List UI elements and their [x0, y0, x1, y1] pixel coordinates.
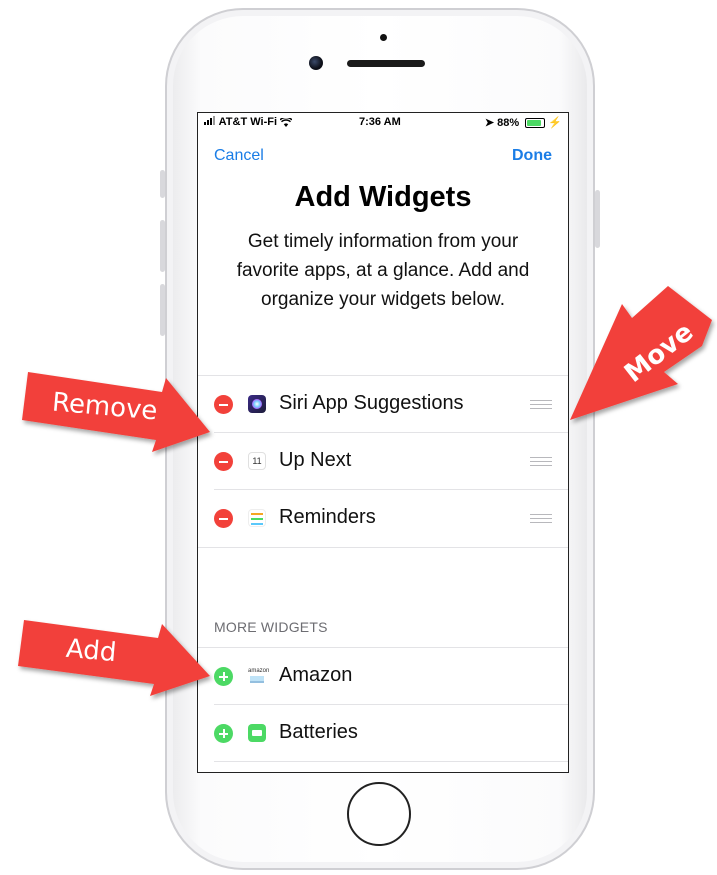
cancel-button[interactable]: Cancel — [214, 147, 264, 165]
carrier-label: AT&T Wi-Fi — [218, 116, 278, 128]
status-bar: AT&T Wi-Fi 7:36 AM ➤ 88% ⚡ — [198, 113, 568, 131]
reorder-handle-icon[interactable] — [530, 457, 552, 466]
remove-icon[interactable] — [214, 395, 233, 414]
widget-label: Amazon — [279, 664, 353, 686]
status-left: AT&T Wi-Fi — [204, 116, 293, 128]
remove-icon[interactable] — [214, 452, 233, 471]
remove-icon[interactable] — [214, 509, 233, 528]
signal-strength-icon — [204, 116, 216, 128]
siri-icon — [248, 395, 266, 413]
home-button[interactable] — [347, 782, 411, 846]
reorder-handle-icon[interactable] — [530, 400, 552, 409]
row-separator — [214, 761, 568, 762]
add-annotation: Add — [64, 633, 118, 669]
status-time: 7:36 AM — [359, 116, 401, 128]
add-icon[interactable] — [214, 724, 233, 743]
page-subtitle: Get timely information from your favorit… — [236, 231, 530, 310]
widget-label: Batteries — [279, 721, 358, 743]
done-button[interactable]: Done — [512, 147, 552, 165]
battery-icon — [525, 118, 546, 129]
front-camera — [309, 56, 323, 70]
phone-screen: AT&T Wi-Fi 7:36 AM ➤ 88% ⚡ Cancel Done A… — [197, 112, 569, 773]
calendar-icon: 11 — [248, 452, 266, 470]
widget-row-amazon: amazon Amazon — [198, 648, 568, 705]
widget-row-siri-app-suggestions: Siri App Suggestions — [198, 376, 568, 433]
mute-switch — [160, 170, 165, 198]
battery-fill — [527, 120, 542, 127]
widget-label: Up Next — [279, 449, 352, 471]
widget-label: Reminders — [279, 506, 376, 528]
add-icon[interactable] — [214, 667, 233, 686]
volume-up-button — [160, 220, 165, 272]
move-annotation: Move — [619, 317, 700, 389]
volume-down-button — [160, 284, 165, 336]
power-button — [595, 190, 600, 248]
widget-row-batteries: Batteries — [198, 705, 568, 762]
status-right: ➤ 88% ⚡ — [485, 116, 562, 129]
page-title: Add Widgets — [294, 181, 472, 213]
charging-bolt-icon: ⚡ — [548, 117, 562, 129]
location-arrow-icon: ➤ — [484, 117, 495, 129]
reorder-handle-icon[interactable] — [530, 514, 552, 523]
more-widgets-header: MORE WIDGETS — [214, 619, 328, 635]
batteries-icon — [248, 724, 266, 742]
remove-annotation: Remove — [50, 387, 159, 427]
amazon-icon-text: amazon — [248, 668, 270, 674]
amazon-icon: amazon — [248, 667, 270, 685]
widget-row-up-next: 11 Up Next — [198, 433, 568, 490]
widget-row-reminders: Reminders — [198, 490, 568, 547]
wifi-icon — [279, 116, 293, 128]
widget-label: Siri App Suggestions — [279, 392, 464, 414]
reminders-icon — [248, 509, 266, 527]
proximity-sensor — [380, 34, 387, 41]
battery-percent: 88% — [497, 117, 520, 129]
earpiece-speaker — [347, 60, 425, 67]
section-divider — [198, 547, 568, 548]
